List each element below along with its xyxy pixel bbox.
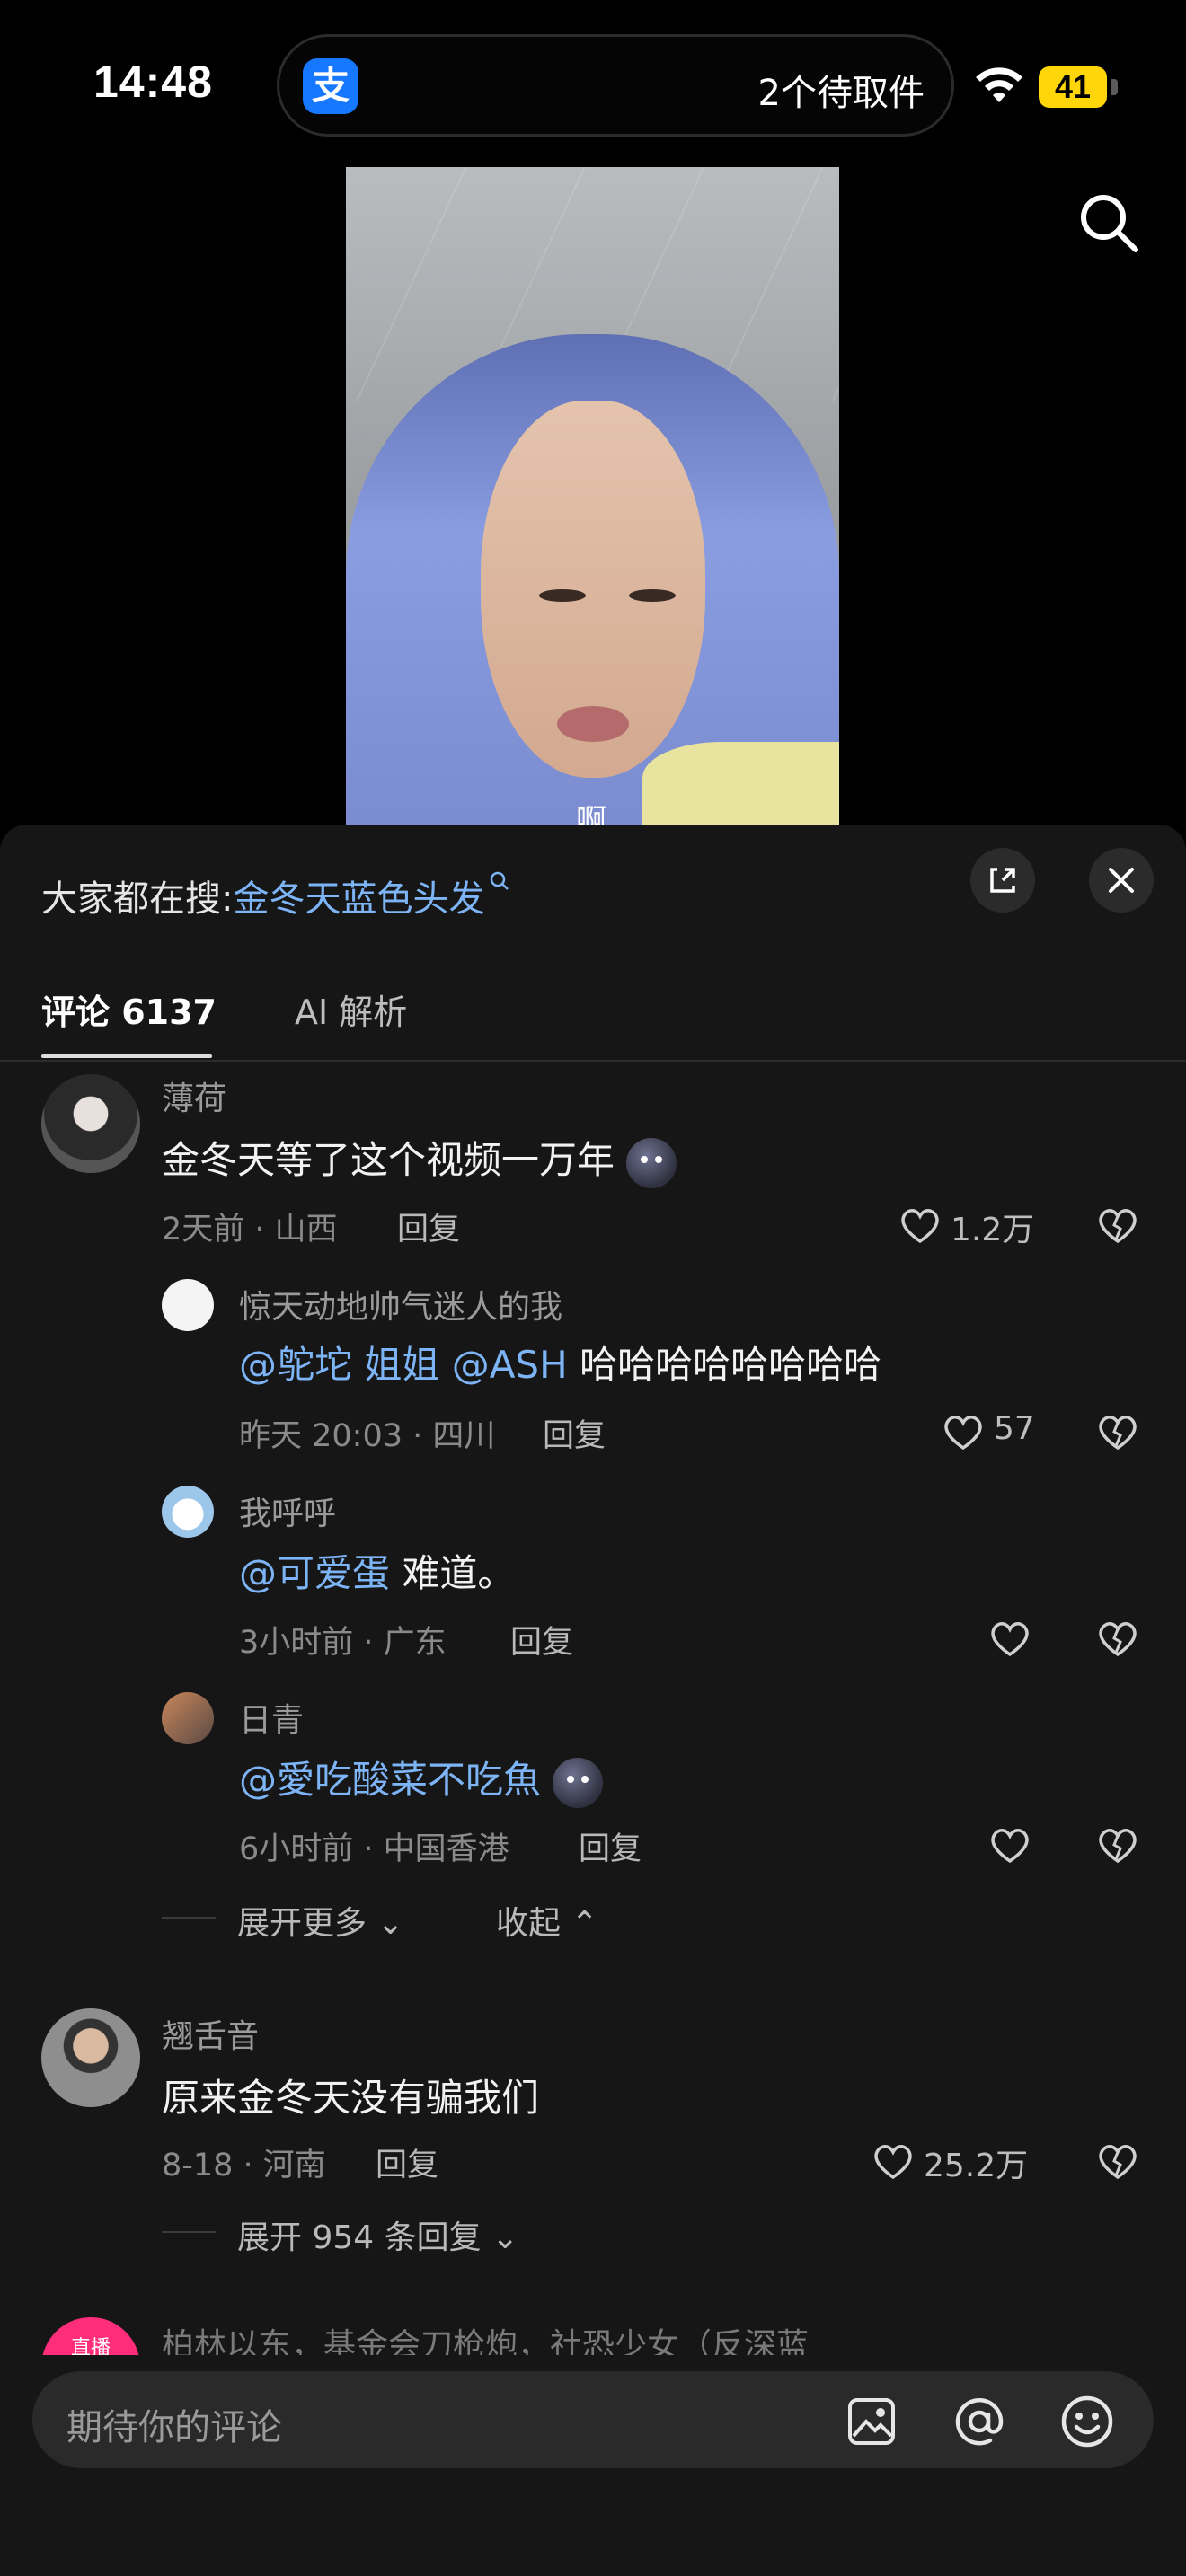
search-suggestion[interactable]: 大家都在搜:金冬天蓝色头发 [41,869,511,922]
comment-username[interactable]: 日青 [239,1694,304,1741]
like-heart-icon[interactable] [988,1825,1031,1865]
comment-body: 哈哈哈哈哈哈哈哈 [580,1343,882,1387]
comment-sheet: 大家都在搜:金冬天蓝色头发 评论 6137 AI 解析 薄荷 金冬天等了这个视频… [0,825,1186,2576]
like-count: 1.2万 [951,1212,1035,1248]
video-collar [642,742,839,825]
expand-icon [990,868,1015,893]
comment-body: 金冬天等了这个视频一万年 [162,1138,615,1182]
dislike-heart-icon[interactable] [1096,1205,1139,1245]
dynamic-island[interactable]: 支 2个待取件 [277,34,954,137]
comment-username[interactable]: 薄荷 [162,1072,226,1119]
battery-indicator: 41 [1039,66,1107,108]
comment-text: @愛吃酸菜不吃魚 [239,1750,604,1808]
collapse-button[interactable]: 收起 ⌃ [496,1897,598,1944]
comment-input-bar[interactable]: 期待你的评论 [32,2371,1154,2468]
reply-button[interactable]: 回复 [543,1410,606,1456]
video-mouth [557,706,629,742]
video-caption: 啊 [576,803,606,825]
close-icon [1109,868,1134,893]
wifi-icon [976,67,1022,102]
mention-link[interactable]: @可爱蛋 [239,1551,390,1595]
like-heart-icon[interactable] [988,1619,1031,1658]
avatar[interactable] [162,1692,214,1744]
comment-meta: 8-18 · 河南 [162,2148,326,2183]
video-player[interactable]: 啊 [346,167,839,825]
tab-divider [0,1060,1186,1062]
dislike-heart-icon[interactable] [1096,1412,1139,1451]
video-eye [539,589,586,602]
chevron-down-icon: ⌄ [376,1905,404,1942]
dislike-heart-icon[interactable] [1096,1825,1139,1865]
avatar[interactable] [162,1486,214,1538]
status-time: 14:48 [93,57,213,107]
mention-link[interactable]: @鸵坨 姐姐 @ASH [239,1343,568,1387]
comment-text: @可爱蛋 难道。 [239,1543,515,1598]
like-heart-icon[interactable] [942,1412,985,1451]
emoji-icon[interactable] [1058,2393,1116,2450]
comment-meta: 2天前 · 山西 [162,1212,338,1248]
comment-username[interactable]: 我呼呼 [239,1487,336,1534]
comment-username[interactable]: 惊天动地帅气迷人的我 [239,1281,562,1328]
video-eye [629,589,676,602]
mention-at-icon[interactable] [951,2393,1008,2450]
expand-divider [162,1917,216,1919]
avatar[interactable] [41,2008,140,2107]
emoji-sticker-icon [626,1137,677,1188]
image-icon[interactable] [845,2395,898,2448]
like-heart-icon[interactable] [898,1205,942,1245]
expand-replies-button[interactable]: 展开 954 条回复 ⌄ [237,2211,518,2258]
chevron-up-icon: ⌃ [571,1905,598,1942]
comment-meta: 6小时前 · 中国香港 [239,1831,509,1867]
search-suggestion-keyword[interactable]: 金冬天蓝色头发 [233,878,484,920]
fullscreen-button[interactable] [970,848,1035,913]
search-small-icon [491,871,509,890]
expand-more-label: 展开更多 [237,1905,367,1942]
tab-comments[interactable]: 评论 6137 [41,984,217,1034]
like-count: 57 [994,1410,1035,1447]
tab-ai-analysis[interactable]: AI 解析 [295,984,407,1034]
reply-button[interactable]: 回复 [510,1617,573,1663]
expand-replies-label: 展开 954 条回复 [237,2219,482,2256]
search-icon[interactable] [1076,190,1141,255]
search-suggestion-label: 大家都在搜: [41,878,234,920]
comment-body: 难道。 [402,1551,516,1595]
island-text: 2个待取件 [757,73,925,114]
dislike-heart-icon[interactable] [1096,2141,1139,2181]
reply-button[interactable]: 回复 [376,2139,438,2185]
like-count: 25.2万 [924,2148,1029,2184]
reply-button[interactable]: 回复 [579,1823,642,1869]
battery-tip [1111,79,1118,95]
emoji-sticker-icon [553,1757,604,1808]
dislike-heart-icon[interactable] [1096,1619,1139,1658]
alipay-icon: 支 [303,58,358,114]
mention-link[interactable]: @愛吃酸菜不吃魚 [239,1758,541,1802]
comment-text: 金冬天等了这个视频一万年 [162,1130,677,1188]
close-button[interactable] [1089,848,1154,913]
comment-username[interactable]: 翘舌音 [162,2010,259,2057]
comment-text: @鸵坨 姐姐 @ASH 哈哈哈哈哈哈哈哈 [239,1335,881,1389]
like-heart-icon[interactable] [872,2141,915,2181]
reply-button[interactable]: 回复 [397,1204,460,1249]
comment-input[interactable]: 期待你的评论 [66,2398,282,2450]
avatar[interactable] [41,1074,140,1173]
chevron-down-icon: ⌄ [491,2219,519,2256]
collapse-label: 收起 [496,1905,562,1942]
comment-meta: 昨天 20:03 · 四川 [239,1418,496,1454]
expand-divider [162,2231,216,2233]
comment-text: 原来金冬天没有骗我们 [162,2076,540,2120]
expand-more-button[interactable]: 展开更多 ⌄ [237,1897,404,1944]
comment-meta: 3小时前 · 广东 [239,1625,447,1661]
tab-active-indicator [41,1054,212,1058]
avatar[interactable] [162,1279,214,1331]
